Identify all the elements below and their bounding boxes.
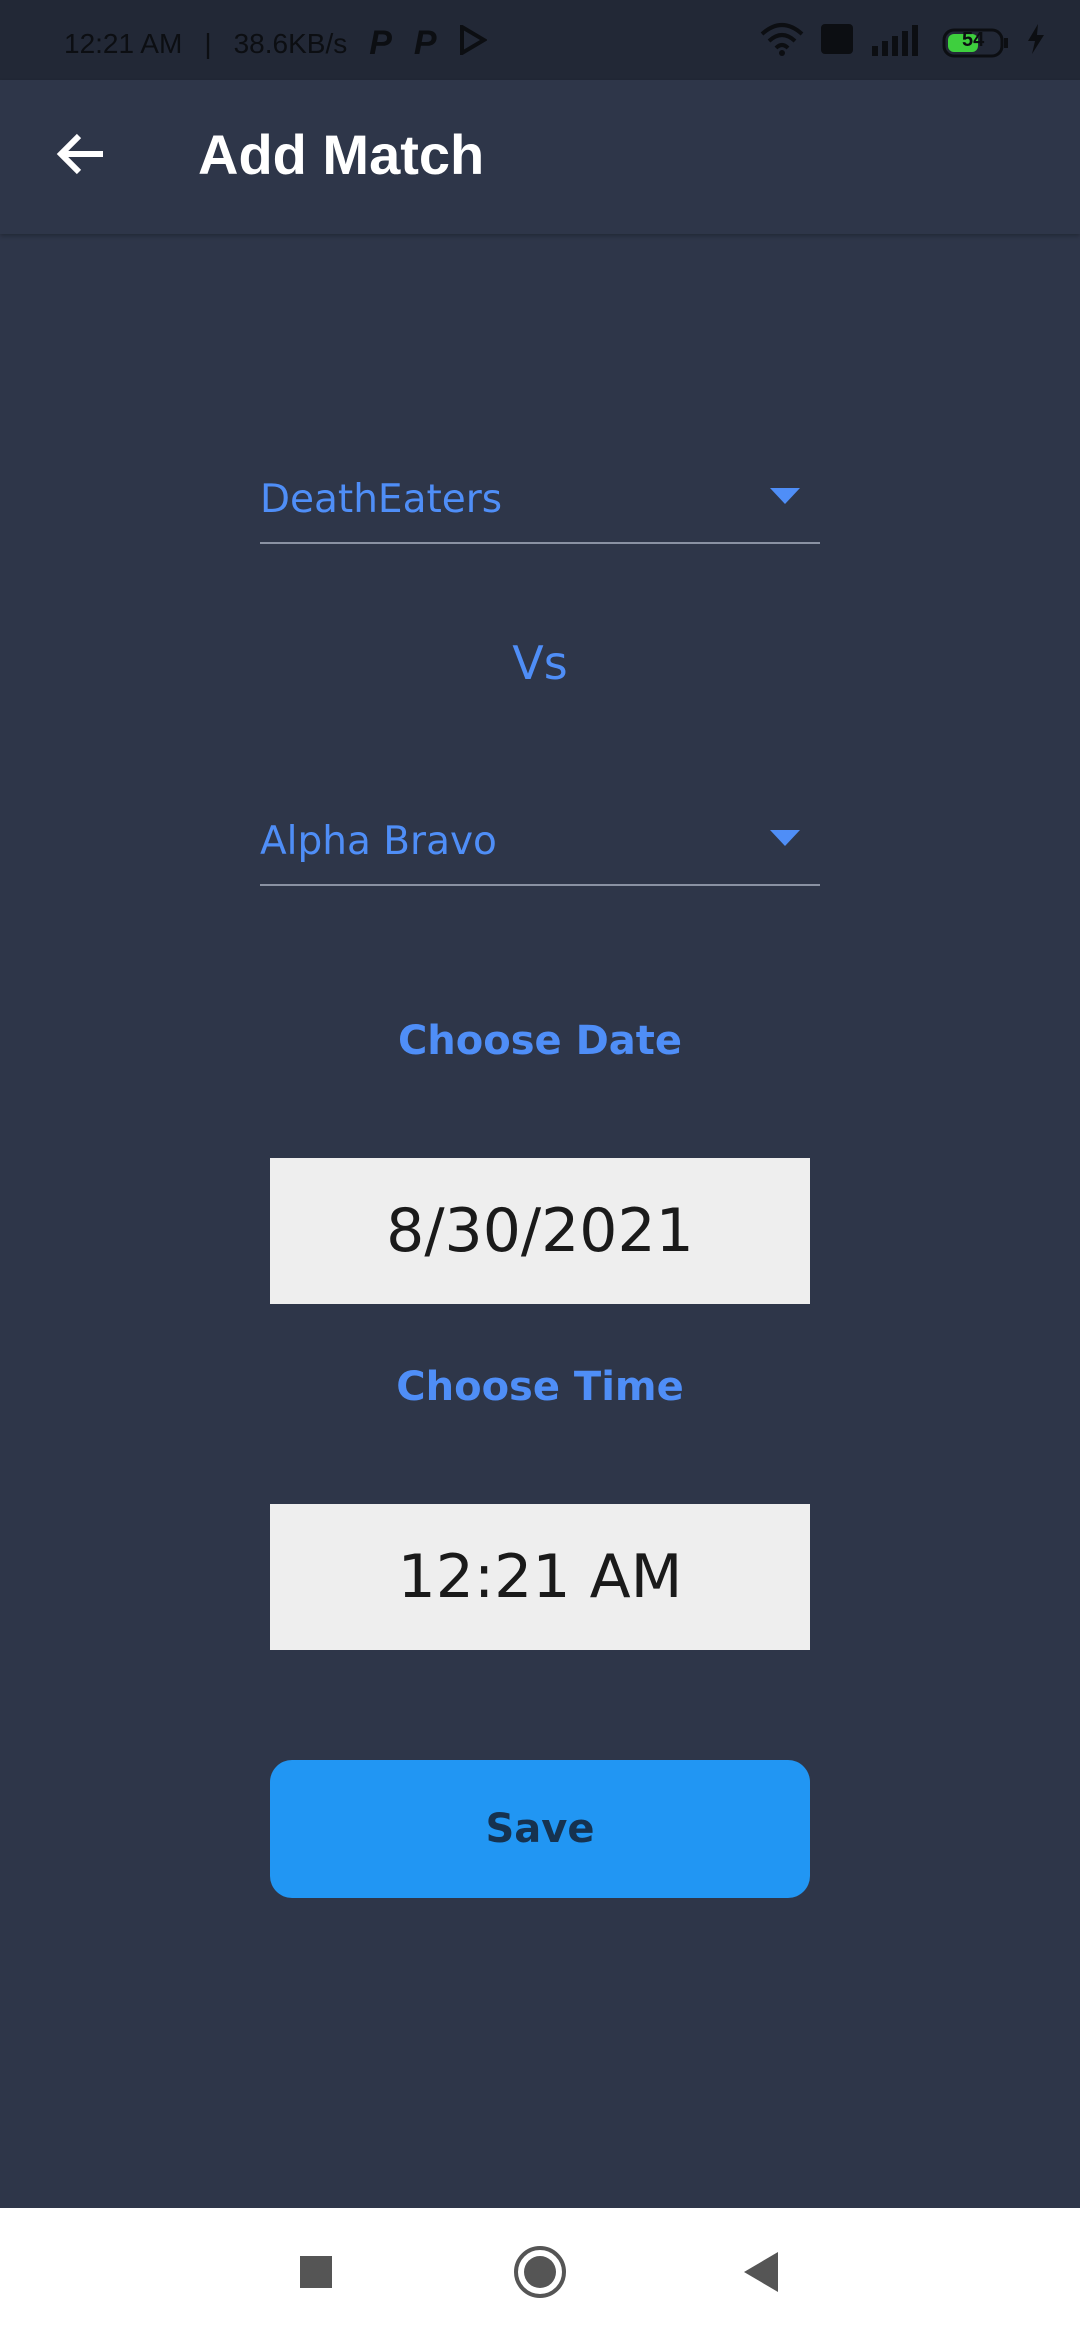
charging-icon [1026, 24, 1046, 61]
signal-icon [870, 22, 926, 63]
app-bar: Add Match [0, 80, 1080, 234]
team2-selected-value: Alpha Bravo [260, 819, 497, 864]
dropdown-arrow-icon [770, 488, 800, 508]
time-picker[interactable]: 12:21 AM [270, 1504, 810, 1650]
status-bar: 12:21 AM | 38.6KB/s P P 54 [0, 0, 1080, 80]
wifi-icon [760, 22, 804, 63]
save-button-label: Save [485, 1806, 595, 1852]
notification-p-icon-2: P [413, 24, 437, 62]
triangle-back-icon [744, 2252, 780, 2296]
choose-time-label: Choose Time [396, 1364, 684, 1410]
notification-p-icon: P [369, 24, 392, 62]
choose-date-label: Choose Date [397, 1018, 683, 1064]
circle-home-icon [513, 2245, 567, 2303]
team2-dropdown[interactable]: Alpha Bravo [260, 798, 820, 886]
square-icon [300, 2256, 332, 2292]
page-title: Add Match [198, 123, 485, 186]
status-right: 54 [760, 22, 1046, 63]
home-button[interactable] [510, 2244, 570, 2304]
back-nav-button[interactable] [732, 2244, 792, 2304]
back-button[interactable] [40, 116, 120, 196]
play-store-icon [459, 23, 488, 62]
status-time: 12:21 AM [64, 27, 183, 59]
volte-icon [820, 23, 854, 62]
battery-level: 54 [962, 28, 985, 51]
team1-dropdown[interactable]: DeathEaters [260, 456, 820, 544]
network-speed: 38.6KB/s [233, 27, 348, 59]
recents-button[interactable] [286, 2244, 346, 2304]
arrow-left-icon [55, 132, 105, 180]
status-left: 12:21 AM | 38.6KB/s P P [64, 23, 488, 63]
system-nav-bar [0, 2208, 1080, 2340]
time-value: 12:21 AM [397, 1542, 683, 1612]
date-value: 8/30/2021 [386, 1196, 694, 1266]
battery-icon: 54 [942, 28, 1010, 58]
vs-label: Vs [512, 636, 568, 690]
team1-selected-value: DeathEaters [260, 477, 503, 522]
date-picker[interactable]: 8/30/2021 [270, 1158, 810, 1304]
status-separator: | [204, 27, 212, 59]
dropdown-arrow-icon [770, 830, 800, 850]
save-button[interactable]: Save [270, 1760, 810, 1898]
